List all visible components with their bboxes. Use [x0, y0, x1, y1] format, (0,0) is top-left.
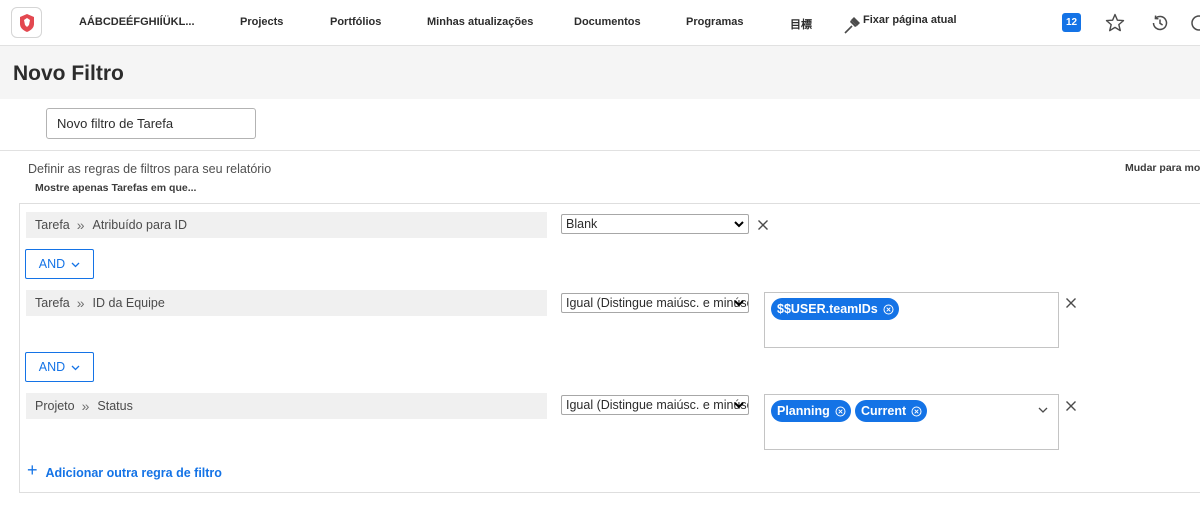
rule-2-field[interactable]: Tarefa » ID da Equipe: [26, 290, 547, 316]
rule-3-field[interactable]: Projeto » Status: [26, 393, 547, 419]
rule-2-operator: Igual (Distingue maiúsc. e minúsc.): [566, 296, 749, 310]
chevron-down-icon: [71, 365, 80, 370]
rule-3-remove-icon[interactable]: [1065, 400, 1077, 412]
home-logo[interactable]: [11, 7, 42, 38]
chevron-down-icon: [71, 262, 80, 267]
nav-programs[interactable]: Programas: [686, 16, 743, 28]
top-navigation: AÁBCDEÉFGHIÍÜKL... Projects Portfólios M…: [0, 0, 1200, 46]
rule-3-value-tag-1[interactable]: Planning: [771, 400, 851, 422]
star-icon[interactable]: [1104, 12, 1126, 34]
rule-2-field-name: ID da Equipe: [92, 296, 165, 310]
connector-1-button[interactable]: AND: [25, 249, 94, 279]
double-chevron-icon: »: [81, 398, 90, 414]
notifications-badge[interactable]: 12: [1062, 13, 1081, 32]
pin-current-page-button[interactable]: Fixar página atual: [843, 14, 957, 34]
rule-1-operator: Blank: [566, 217, 598, 231]
add-filter-rule-link[interactable]: + Adicionar outra regra de filtro: [27, 461, 222, 480]
connector-1-label: AND: [38, 257, 66, 271]
rule-3-value-text-2: Current: [861, 404, 907, 418]
plus-icon: +: [27, 460, 38, 480]
rule-3-operator-select[interactable]: Igual (Distingue maiúsc. e minúsc.): [561, 395, 749, 415]
double-chevron-icon: »: [76, 217, 85, 233]
chevron-down-icon: [734, 402, 744, 409]
rule-3-value-text-1: Planning: [777, 404, 830, 418]
rule-2-value-box[interactable]: $$USER.teamIDs: [764, 292, 1059, 348]
remove-tag-icon[interactable]: [911, 406, 922, 417]
page-title: Novo Filtro: [13, 62, 124, 85]
rule-3-field-name: Status: [97, 399, 133, 413]
remove-tag-icon[interactable]: [883, 304, 894, 315]
rule-1-object: Tarefa: [35, 218, 70, 232]
rule-2-value-text: $$USER.teamIDs: [777, 302, 878, 316]
help-icon[interactable]: [1188, 12, 1200, 34]
rule-2-object: Tarefa: [35, 296, 70, 310]
rules-subheading: Mostre apenas Tarefas em que...: [35, 182, 197, 194]
add-filter-rule-label: Adicionar outra regra de filtro: [45, 466, 222, 480]
chevron-down-icon: [734, 300, 744, 307]
pin-icon: [844, 17, 860, 34]
connector-2-label: AND: [38, 360, 66, 374]
history-icon[interactable]: [1149, 12, 1171, 34]
rules-description: Definir as regras de filtros para seu re…: [28, 162, 272, 176]
rule-3-object: Projeto: [35, 399, 75, 413]
double-chevron-icon: »: [76, 295, 85, 311]
remove-tag-icon[interactable]: [835, 406, 846, 417]
chevron-down-icon: [734, 221, 744, 228]
rule-3-value-tag-2[interactable]: Current: [855, 400, 928, 422]
nav-goals[interactable]: 目標: [790, 16, 812, 32]
page-header: Novo Filtro: [0, 46, 1200, 99]
rule-1-remove-icon[interactable]: [757, 219, 769, 231]
pin-label: Fixar página atual: [863, 14, 957, 26]
nav-portfolios[interactable]: Portfólios: [330, 16, 381, 28]
chevron-down-icon[interactable]: [1037, 404, 1049, 416]
filter-name-input[interactable]: [46, 108, 256, 139]
rule-3-operator: Igual (Distingue maiúsc. e minúsc.): [566, 398, 749, 412]
divider: [0, 150, 1200, 151]
connector-2-button[interactable]: AND: [25, 352, 94, 382]
switch-mode-link[interactable]: Mudar para mo: [1125, 162, 1200, 174]
rule-2-operator-select[interactable]: Igual (Distingue maiúsc. e minúsc.): [561, 293, 749, 313]
rule-2-value-tag[interactable]: $$USER.teamIDs: [771, 298, 899, 320]
nav-my-updates[interactable]: Minhas atualizações: [427, 16, 533, 28]
rule-2-remove-icon[interactable]: [1065, 297, 1077, 309]
rule-1-operator-select[interactable]: Blank: [561, 214, 749, 234]
nav-projects[interactable]: Projects: [240, 16, 283, 28]
rule-1-field-name: Atribuído para ID: [92, 218, 188, 232]
rule-3-value-box[interactable]: Planning Current: [764, 394, 1059, 450]
rule-1-field[interactable]: Tarefa » Atribuído para ID: [26, 212, 547, 238]
nav-documents[interactable]: Documentos: [574, 16, 641, 28]
nav-customer-name[interactable]: AÁBCDEÉFGHIÍÜKL...: [79, 16, 195, 28]
brand-logo-icon: [19, 13, 34, 32]
